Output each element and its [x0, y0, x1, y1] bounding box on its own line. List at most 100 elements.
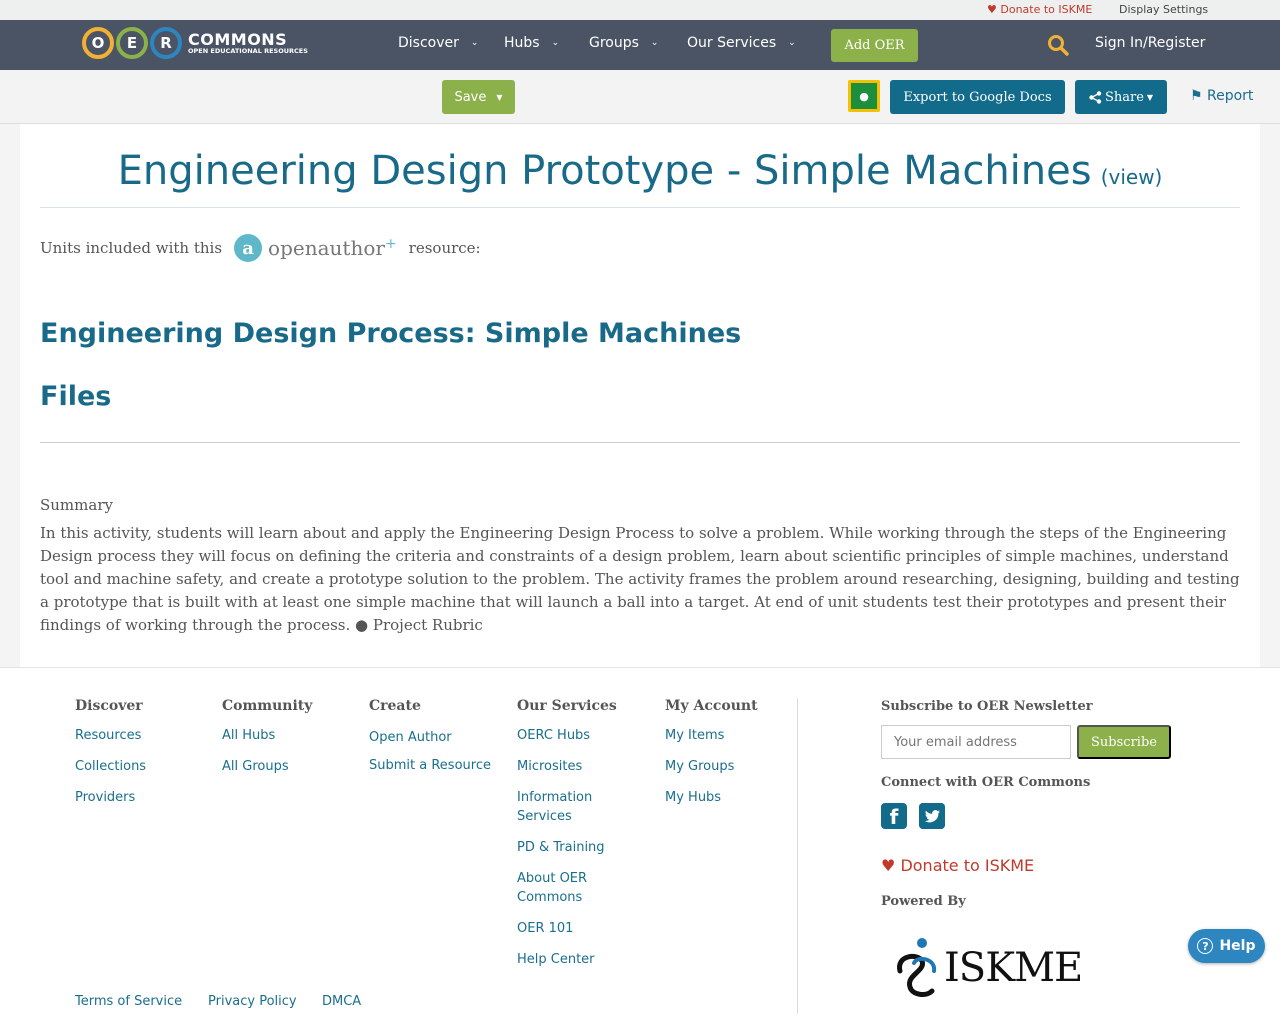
- chevron-down-icon: ⌄: [470, 38, 479, 48]
- facebook-icon[interactable]: f: [881, 803, 907, 829]
- units-line: Units included with this a openauthor+ r…: [40, 234, 481, 262]
- footer-heading: My Account: [665, 698, 758, 714]
- caret-down-icon: ▼: [1146, 92, 1154, 102]
- footer-link-submit-resource[interactable]: Submit a Resource: [369, 756, 491, 775]
- donate-link[interactable]: ♥ Donate to ISKME: [987, 3, 1092, 16]
- footer-link-resources[interactable]: Resources: [75, 726, 146, 745]
- logo-subtitle: OPEN EDUCATIONAL RESOURCES: [188, 46, 308, 55]
- open-author-plus: +: [384, 236, 397, 252]
- title-row: Engineering Design Prototype - Simple Ma…: [40, 148, 1240, 194]
- summary-text: In this activity, students will learn ab…: [40, 524, 1240, 634]
- help-button-label: Help: [1219, 938, 1256, 954]
- footer-donate-link[interactable]: ♥ Donate to ISKME: [881, 856, 1034, 875]
- files-heading: Files: [40, 381, 112, 412]
- view-link[interactable]: (view): [1101, 165, 1163, 189]
- footer-link-help-center[interactable]: Help Center: [517, 950, 627, 969]
- share-icon: [1089, 90, 1102, 104]
- footer-link-oer-101[interactable]: OER 101: [517, 919, 627, 938]
- iskme-mark-icon: [897, 938, 937, 997]
- logo-letter-o: O: [82, 27, 114, 59]
- footer-divider: [797, 698, 798, 1014]
- footer-link-my-items[interactable]: My Items: [665, 726, 758, 745]
- nav-groups[interactable]: Groups ⌄: [589, 35, 658, 51]
- footer-link-oerc-hubs[interactable]: OERC Hubs: [517, 726, 627, 745]
- twitter-icon[interactable]: [919, 803, 945, 829]
- nav-hubs[interactable]: Hubs ⌄: [504, 35, 559, 51]
- nav-hubs-label: Hubs: [504, 35, 540, 51]
- page-title: Engineering Design Prototype - Simple Ma…: [117, 148, 1092, 194]
- footer-link-information-services[interactable]: Information Services: [517, 788, 627, 826]
- logo-letter-e: E: [116, 27, 148, 59]
- open-author-logo: a openauthor+: [234, 234, 397, 262]
- footer-link-all-groups[interactable]: All Groups: [222, 757, 312, 776]
- logo-wordmark: COMMONS OPEN EDUCATIONAL RESOURCES: [188, 31, 308, 55]
- caret-down-icon: ▼: [496, 92, 503, 102]
- chevron-down-icon: ⌄: [650, 38, 659, 48]
- footer-link-pd-training[interactable]: PD & Training: [517, 838, 627, 857]
- export-google-docs-button[interactable]: Export to Google Docs: [890, 80, 1065, 114]
- nav-discover[interactable]: Discover ⌄: [398, 35, 478, 51]
- footer-col-community: Community All Hubs All Groups: [222, 698, 312, 788]
- logo-letter-r: R: [150, 27, 182, 59]
- share-button[interactable]: Share ▼: [1075, 80, 1167, 114]
- iskme-wordmark: ISKME: [944, 945, 1083, 991]
- search-icon[interactable]: [1047, 34, 1069, 56]
- open-author-wordmark: openauthor+: [268, 236, 397, 260]
- save-button[interactable]: Save ▼: [442, 80, 515, 114]
- unit-title: Engineering Design Process: Simple Machi…: [40, 318, 742, 349]
- newsletter-email-input[interactable]: [881, 725, 1071, 759]
- utility-bar: ♥ Donate to ISKME Display Settings: [0, 0, 1280, 20]
- units-prefix: Units included with this: [40, 239, 223, 257]
- footer-link-open-author[interactable]: Open Author: [369, 728, 491, 747]
- footer-link-my-hubs[interactable]: My Hubs: [665, 788, 758, 807]
- footer-link-about-oer-commons[interactable]: About OER Commons: [517, 869, 627, 907]
- footer-link-providers[interactable]: Providers: [75, 788, 146, 807]
- files-divider: [40, 442, 1240, 443]
- newsletter-heading: Subscribe to OER Newsletter: [881, 699, 1093, 714]
- nav-our-services[interactable]: Our Services ⌄: [687, 35, 796, 51]
- heart-icon: ♥: [987, 3, 997, 16]
- nav-our-services-label: Our Services: [687, 35, 777, 51]
- flag-icon: ⚑: [1190, 88, 1203, 104]
- connect-heading: Connect with OER Commons: [881, 775, 1091, 790]
- footer-link-my-groups[interactable]: My Groups: [665, 757, 758, 776]
- footer-heading: Discover: [75, 698, 143, 714]
- terms-of-service-link[interactable]: Terms of Service: [75, 994, 182, 1009]
- main-navbar: O E R COMMONS OPEN EDUCATIONAL RESOURCES…: [0, 20, 1280, 70]
- nav-discover-label: Discover: [398, 35, 459, 51]
- units-suffix: resource:: [408, 239, 481, 257]
- google-classroom-button[interactable]: ●: [848, 80, 880, 112]
- nav-groups-label: Groups: [589, 35, 639, 51]
- title-divider: [40, 207, 1240, 208]
- footer-heading: Our Services: [517, 698, 617, 714]
- dmca-link[interactable]: DMCA: [322, 994, 361, 1009]
- footer-link-all-hubs[interactable]: All Hubs: [222, 726, 312, 745]
- iskme-logo[interactable]: ISKME: [892, 933, 1083, 1003]
- open-author-icon: a: [234, 234, 263, 262]
- summary-label: Summary: [40, 496, 113, 514]
- footer-link-collections[interactable]: Collections: [75, 757, 146, 776]
- heart-icon: ♥: [881, 856, 896, 875]
- chevron-down-icon: ⌄: [788, 38, 796, 48]
- oer-commons-logo[interactable]: O E R COMMONS OPEN EDUCATIONAL RESOURCES: [82, 25, 308, 61]
- footer-link-microsites[interactable]: Microsites: [517, 757, 627, 776]
- help-button[interactable]: ? Help: [1188, 929, 1265, 963]
- site-footer: Discover Resources Collections Providers…: [0, 667, 1280, 1024]
- powered-by-heading: Powered By: [881, 894, 966, 909]
- chevron-down-icon: ⌄: [551, 38, 560, 48]
- privacy-policy-link[interactable]: Privacy Policy: [208, 994, 297, 1009]
- add-oer-button[interactable]: Add OER: [831, 29, 918, 62]
- footer-col-my-account: My Account My Items My Groups My Hubs: [665, 698, 758, 819]
- footer-heading: Create: [369, 698, 421, 714]
- footer-col-our-services: Our Services OERC Hubs Microsites Inform…: [517, 698, 627, 981]
- footer-col-create: Create Open Author Submit a Resource: [369, 698, 491, 787]
- sign-in-register-link[interactable]: Sign In/Register: [1095, 35, 1205, 51]
- share-button-label: Share: [1104, 89, 1144, 105]
- subscribe-button[interactable]: Subscribe: [1077, 725, 1171, 759]
- report-link[interactable]: ⚑ Report: [1190, 88, 1253, 104]
- display-settings-link[interactable]: Display Settings: [1119, 3, 1208, 16]
- report-link-label: Report: [1207, 88, 1254, 104]
- footer-heading: Community: [222, 698, 313, 714]
- google-classroom-icon: ●: [851, 83, 877, 109]
- footer-col-discover: Discover Resources Collections Providers: [75, 698, 146, 819]
